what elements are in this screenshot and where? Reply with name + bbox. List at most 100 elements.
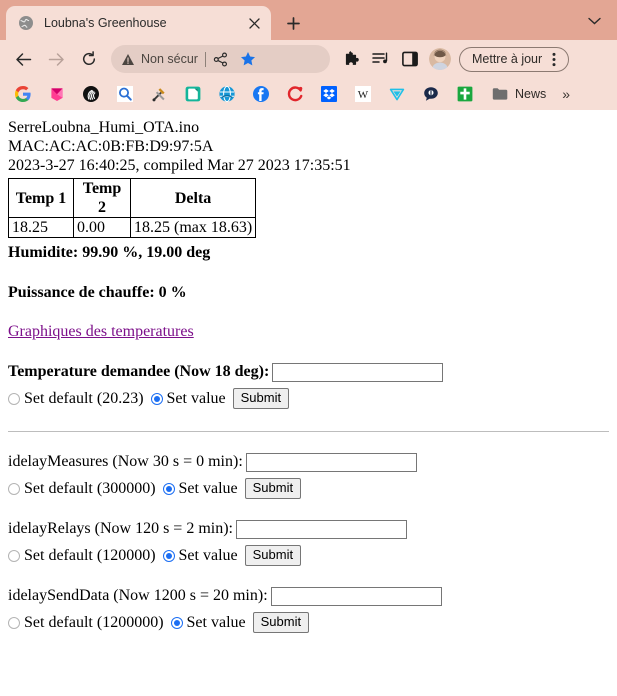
avatar[interactable]	[429, 48, 451, 70]
table-row: 18.25 0.00 18.25 (max 18.63)	[8, 217, 257, 238]
table-header-row: Temp 1 Temp 2 Delta	[8, 178, 257, 218]
form-temperature-input[interactable]	[272, 363, 444, 382]
form-idelay-measures-default-option[interactable]: Set default (300000)	[8, 480, 156, 498]
browser-tab[interactable]: Loubna's Greenhouse	[6, 6, 271, 40]
star-filled-icon[interactable]	[236, 47, 260, 71]
google-bookmark-icon[interactable]	[15, 86, 31, 102]
update-button[interactable]: Mettre à jour	[459, 46, 570, 72]
cell-delta-value: 18.25 (max 18.63)	[129, 217, 257, 238]
bookmark-folder-news[interactable]: News	[492, 87, 546, 101]
form-idelay-send-data-value-option[interactable]: Set value	[170, 613, 246, 632]
chevron-down-icon[interactable]	[581, 8, 607, 34]
form-idelay-relays-label-row: idelayRelays (Now 120 s = 2 min):	[8, 520, 609, 539]
timestamp-line: 2023-3-27 16:40:25, compiled Mar 27 2023…	[8, 157, 351, 174]
share-icon[interactable]	[209, 47, 233, 71]
security-status-label: Non sécur	[141, 52, 198, 66]
cell-temp1-value: 18.25	[8, 217, 74, 238]
radio-unselected-icon[interactable]	[8, 482, 20, 495]
form-idelay-measures-label: idelayMeasures (Now 30 s = 0 min):	[8, 453, 243, 471]
reload-icon[interactable]	[74, 44, 104, 74]
bookmarks-overflow-chevron[interactable]: »	[562, 86, 570, 102]
media-playlist-icon[interactable]	[368, 46, 394, 72]
facebook-bookmark-icon[interactable]	[253, 86, 269, 102]
form-idelay-send-data-label-row: idelaySendData (Now 1200 s = 20 min):	[8, 587, 609, 606]
form-idelay-send-data-default-label: Set default (1200000)	[24, 613, 164, 631]
form-idelay-relays-default-option[interactable]: Set default (120000)	[8, 547, 156, 565]
teal-triangle-bookmark-icon[interactable]	[389, 86, 405, 102]
browser-chrome: Loubna's Greenhouse Non sécur Mettre à j…	[0, 0, 617, 110]
radio-selected-icon[interactable]	[162, 549, 175, 562]
side-panel-icon[interactable]	[397, 46, 423, 72]
graph-link-container: Graphiques des temperatures	[8, 323, 609, 341]
form-idelay-measures-input[interactable]	[245, 453, 417, 472]
bookmarks-bar: W News »	[0, 78, 617, 110]
warning-triangle-icon	[121, 53, 135, 66]
section-divider	[8, 431, 609, 432]
globe-icon	[18, 15, 34, 31]
form-idelay-relays-input[interactable]	[236, 520, 407, 539]
back-arrow-icon[interactable]	[8, 44, 38, 74]
form-idelay-relays-default-label: Set default (120000)	[24, 546, 156, 564]
green-cross-bookmark-icon[interactable]	[457, 86, 473, 102]
new-tab-button[interactable]	[279, 9, 307, 37]
form-idelay-measures-default-label: Set default (300000)	[24, 479, 156, 497]
form-temperature-default-option[interactable]: Set default (20.23)	[8, 390, 144, 408]
forward-arrow-icon[interactable]	[41, 44, 71, 74]
radio-selected-icon[interactable]	[162, 482, 175, 495]
dark-chat-bookmark-icon[interactable]	[423, 86, 439, 102]
form-idelay-measures-submit-button[interactable]: Submit	[244, 478, 302, 499]
form-temperature-default-label: Set default (20.23)	[24, 389, 144, 407]
fingerprint-bookmark-icon[interactable]	[83, 86, 99, 102]
tab-title: Loubna's Greenhouse	[44, 16, 167, 30]
tab-strip: Loubna's Greenhouse	[0, 0, 617, 40]
form-idelay-relays-value-option[interactable]: Set value	[162, 546, 238, 565]
form-idelay-measures-value-option[interactable]: Set value	[162, 480, 238, 498]
form-temperature-submit-button[interactable]: Submit	[232, 388, 290, 409]
page-content: SerreLoubna_Humi_OTA.ino MAC:AC:AC:0B:FB…	[0, 110, 617, 696]
search-magnifier-bookmark-icon[interactable]	[117, 86, 133, 102]
radio-unselected-icon[interactable]	[8, 549, 20, 562]
browser-toolbar: Non sécur Mettre à jour	[0, 40, 617, 78]
form-temperature-value-label: Set value	[166, 389, 226, 407]
mac-address-line: MAC:AC:AC:0B:FB:D9:97:5A	[8, 138, 214, 155]
radio-unselected-icon[interactable]	[8, 616, 20, 629]
form-idelay-relays-label: idelayRelays (Now 120 s = 2 min):	[8, 520, 233, 538]
tools-hammer-bookmark-icon[interactable]	[151, 86, 167, 102]
close-icon[interactable]	[245, 14, 263, 32]
bookmark-folder-label: News	[515, 87, 547, 101]
sketch-name-line: SerreLoubna_Humi_OTA.ino	[8, 119, 200, 136]
pink-book-bookmark-icon[interactable]	[49, 86, 65, 102]
form-idelay-send-data-value-label: Set value	[186, 613, 246, 631]
svg-text:W: W	[358, 89, 369, 101]
red-c-bookmark-icon[interactable]	[287, 86, 303, 102]
not-secure-chip[interactable]: Non sécur	[121, 52, 198, 66]
extensions-puzzle-icon[interactable]	[339, 46, 365, 72]
form-temperature-value-option[interactable]: Set value	[150, 389, 226, 408]
form-idelay-relays-value-label: Set value	[178, 546, 238, 564]
address-bar[interactable]: Non sécur	[111, 45, 330, 73]
green-note-bookmark-icon[interactable]	[185, 86, 201, 102]
form-idelay-relays: idelayRelays (Now 120 s = 2 min): Set de…	[8, 520, 609, 566]
wikipedia-bookmark-icon[interactable]: W	[355, 86, 371, 102]
form-idelay-send-data-default-option[interactable]: Set default (1200000)	[8, 614, 164, 632]
form-idelay-relays-options: Set default (120000) Set value Submit	[8, 545, 609, 566]
form-idelay-send-data-options: Set default (1200000) Set value Submit	[8, 612, 609, 633]
cell-temp2-value: 0.00	[73, 217, 131, 238]
form-idelay-relays-submit-button[interactable]: Submit	[244, 545, 302, 566]
temperature-graphs-link[interactable]: Graphiques des temperatures	[8, 323, 194, 340]
radio-selected-icon[interactable]	[150, 392, 163, 405]
form-temperature-options: Set default (20.23) Set value Submit	[8, 388, 609, 409]
form-idelay-measures-options: Set default (300000) Set value Submit	[8, 478, 609, 499]
column-header-temp1: Temp 1	[8, 178, 74, 218]
form-idelay-send-data-label: idelaySendData (Now 1200 s = 20 min):	[8, 587, 268, 605]
dropbox-bookmark-icon[interactable]	[321, 86, 337, 102]
radio-unselected-icon[interactable]	[8, 392, 20, 405]
three-dot-menu-icon[interactable]	[544, 49, 564, 69]
radio-selected-icon[interactable]	[170, 616, 183, 629]
form-idelay-send-data: idelaySendData (Now 1200 s = 20 min): Se…	[8, 587, 609, 633]
form-idelay-measures: idelayMeasures (Now 30 s = 0 min): Set d…	[8, 453, 609, 499]
form-idelay-send-data-submit-button[interactable]: Submit	[252, 612, 310, 633]
update-button-label: Mettre à jour	[472, 52, 543, 66]
blue-globe-bookmark-icon[interactable]	[219, 86, 235, 102]
form-idelay-send-data-input[interactable]	[270, 587, 442, 606]
